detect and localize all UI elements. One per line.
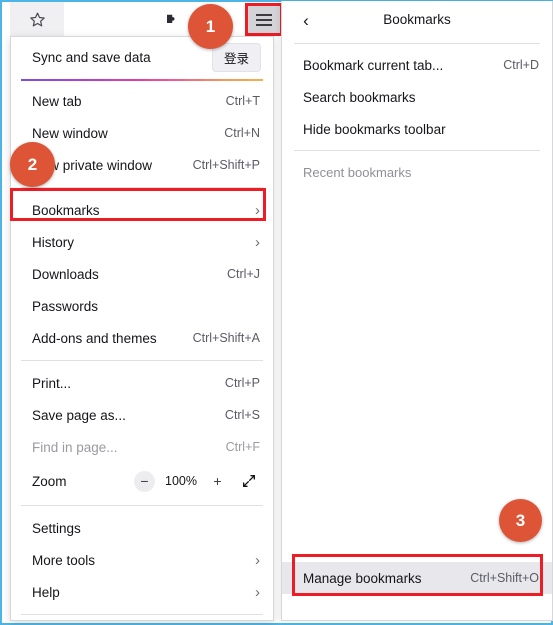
step-badge-3: 3 — [499, 499, 542, 542]
menu-item-accelerator: Ctrl+Shift+O — [470, 571, 539, 585]
menu-item-help[interactable]: Help › — [11, 576, 273, 608]
menu-item-accelerator: Ctrl+T — [225, 94, 260, 108]
menu-item-more-tools[interactable]: More tools › — [11, 544, 273, 576]
menu-item-new-tab[interactable]: New tab Ctrl+T — [11, 85, 273, 117]
recent-bookmarks-header: Recent bookmarks — [282, 156, 552, 188]
menu-item-accelerator: Ctrl+P — [224, 376, 260, 390]
chevron-left-icon: ‹ — [303, 10, 309, 30]
zoom-in-button[interactable]: + — [207, 471, 228, 492]
menu-item-label: New tab — [32, 93, 82, 109]
menu-item-accelerator: Ctrl+Shift+P — [192, 158, 260, 172]
zoom-row: Zoom − 100% + — [11, 463, 273, 499]
application-menu-button[interactable] — [245, 3, 283, 36]
browser-window: Sync and save data 登录 New tab Ctrl+T New… — [0, 0, 553, 625]
menu-divider — [21, 614, 263, 615]
submenu-divider — [294, 150, 540, 151]
menu-item-label: Passwords — [32, 298, 99, 314]
menu-item-label: Downloads — [32, 266, 99, 282]
application-menu-panel: Sync and save data 登录 New tab Ctrl+T New… — [10, 36, 274, 621]
menu-divider — [21, 505, 263, 506]
bookmark-star-button[interactable] — [10, 2, 64, 37]
menu-item-label: Search bookmarks — [303, 89, 416, 105]
submenu-title: Bookmarks — [383, 12, 451, 27]
menu-item-downloads[interactable]: Downloads Ctrl+J — [11, 258, 273, 290]
menu-item-label: New window — [32, 125, 108, 141]
menu-item-history[interactable]: History › — [11, 226, 273, 258]
step-badge-2: 2 — [10, 142, 55, 187]
fullscreen-button[interactable] — [238, 470, 260, 492]
menu-item-label: Print... — [32, 375, 72, 391]
zoom-label: Zoom — [32, 473, 67, 489]
menu-item-accelerator: Ctrl+J — [227, 267, 260, 281]
menu-item-label: Bookmarks — [32, 202, 100, 218]
menu-item-bookmarks[interactable]: Bookmarks › — [11, 194, 273, 226]
menu-item-print[interactable]: Print... Ctrl+P — [11, 367, 273, 399]
menu-item-exit[interactable]: Exit Ctrl+Shift+Q — [11, 621, 273, 625]
sync-label: Sync and save data — [32, 49, 151, 65]
menu-item-search-bookmarks[interactable]: Search bookmarks — [282, 81, 552, 113]
submenu-divider — [294, 556, 540, 557]
menu-item-save-page-as[interactable]: Save page as... Ctrl+S — [11, 399, 273, 431]
menu-item-settings[interactable]: Settings — [11, 512, 273, 544]
menu-item-accelerator: Ctrl+S — [224, 408, 260, 422]
menu-item-label: Help — [32, 584, 60, 600]
hamburger-menu-icon — [256, 11, 272, 29]
chevron-right-icon: › — [255, 583, 260, 601]
menu-item-passwords[interactable]: Passwords — [11, 290, 273, 322]
menu-item-label: Hide bookmarks toolbar — [303, 121, 446, 137]
zoom-out-button[interactable]: − — [134, 470, 155, 492]
menu-item-label: History — [32, 234, 75, 250]
menu-item-label: Find in page... — [32, 439, 118, 455]
menu-item-manage-bookmarks[interactable]: Manage bookmarks Ctrl+Shift+O — [282, 562, 552, 594]
menu-item-new-window[interactable]: New window Ctrl+N — [11, 117, 273, 149]
firefox-gradient-divider — [21, 79, 263, 81]
menu-item-label: Manage bookmarks — [303, 570, 422, 586]
extensions-icon[interactable] — [162, 9, 184, 31]
menu-item-accelerator: Ctrl+F — [225, 440, 260, 454]
chevron-right-icon: › — [255, 551, 260, 569]
zoom-percent-value[interactable]: 100% — [165, 474, 197, 488]
star-outline-icon — [29, 11, 46, 28]
menu-item-bookmark-current-tab[interactable]: Bookmark current tab... Ctrl+D — [282, 49, 552, 81]
menu-item-label: Add-ons and themes — [32, 330, 157, 346]
menu-item-label: More tools — [32, 552, 96, 568]
menu-item-find-in-page[interactable]: Find in page... Ctrl+F — [11, 431, 273, 463]
submenu-header: ‹ Bookmarks — [282, 1, 552, 38]
back-button[interactable]: ‹ — [295, 9, 317, 31]
section-header-label: Recent bookmarks — [303, 164, 412, 180]
chevron-right-icon: › — [255, 201, 260, 219]
menu-item-hide-bookmarks-toolbar[interactable]: Hide bookmarks toolbar — [282, 113, 552, 145]
menu-divider — [21, 187, 263, 188]
menu-item-label: Bookmark current tab... — [303, 57, 444, 73]
fullscreen-expand-icon — [241, 473, 257, 489]
menu-item-label: Save page as... — [32, 407, 126, 423]
menu-item-accelerator: Ctrl+D — [503, 58, 539, 72]
sync-and-save-row[interactable]: Sync and save data 登录 — [11, 37, 273, 77]
step-badge-1: 1 — [188, 4, 233, 49]
menu-item-label: Settings — [32, 520, 81, 536]
menu-item-addons-and-themes[interactable]: Add-ons and themes Ctrl+Shift+A — [11, 322, 273, 354]
menu-divider — [21, 360, 263, 361]
menu-item-accelerator: Ctrl+Shift+A — [192, 331, 260, 345]
menu-item-accelerator: Ctrl+N — [224, 126, 260, 140]
chevron-right-icon: › — [255, 233, 260, 251]
submenu-divider — [294, 43, 540, 44]
